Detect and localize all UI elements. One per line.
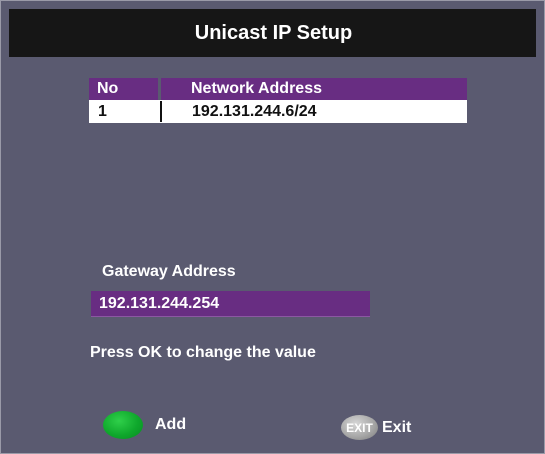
column-header-no: No [89,78,161,100]
page-title: Unicast IP Setup [194,21,353,44]
table-header: No Network Address [89,78,467,100]
green-button-icon [103,411,143,439]
network-address-table: No Network Address 1 192.131.244.6/24 [89,78,467,123]
table-row[interactable]: 1 192.131.244.6/24 [89,100,467,123]
exit-icon-text: EXIT [346,420,373,435]
title-bar: Unicast IP Setup [9,9,536,57]
hint-text: Press OK to change the value [90,344,316,361]
row-network-address: 192.131.244.6/24 [192,102,317,120]
add-button[interactable]: Add [103,411,186,439]
gateway-address-field[interactable]: 192.131.244.254 [91,291,370,317]
gateway-address-label: Gateway Address [102,263,236,280]
row-number: 1 [90,101,162,122]
gateway-address-value: 192.131.244.254 [99,294,220,312]
exit-icon: EXIT [341,415,378,440]
add-label: Add [155,416,187,433]
exit-label: Exit [382,418,412,436]
exit-button[interactable]: EXIT Exit [341,415,411,440]
unicast-ip-setup-screen: Unicast IP Setup No Network Address 1 19… [0,0,545,454]
column-header-network-address: Network Address [191,80,322,97]
